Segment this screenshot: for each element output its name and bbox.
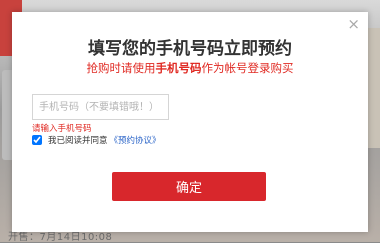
subtitle-suffix: 作为帐号登录购买 [201,61,294,75]
confirm-button[interactable]: 确定 [112,172,266,201]
phone-number-input[interactable] [32,94,169,120]
subtitle-emphasis: 手机号码 [155,61,202,75]
agreement-link[interactable]: 《预约协议》 [110,134,161,146]
dialog-title: 填写您的手机号码立即预约 [88,39,292,59]
close-icon[interactable]: × [347,17,360,32]
agreement-row: 我已阅读并同意 《预约协议》 [32,133,161,147]
agreement-checkbox[interactable] [32,135,42,145]
dialog-subtitle: 抢购时请使用手机号码作为帐号登录购买 [12,60,368,76]
reservation-dialog: × 填写您的手机号码立即预约 抢购时请使用手机号码作为帐号登录购买 请输入手机号… [12,12,368,232]
subtitle-prefix: 抢购时请使用 [86,61,156,75]
agreement-text: 我已阅读并同意 [48,136,108,146]
